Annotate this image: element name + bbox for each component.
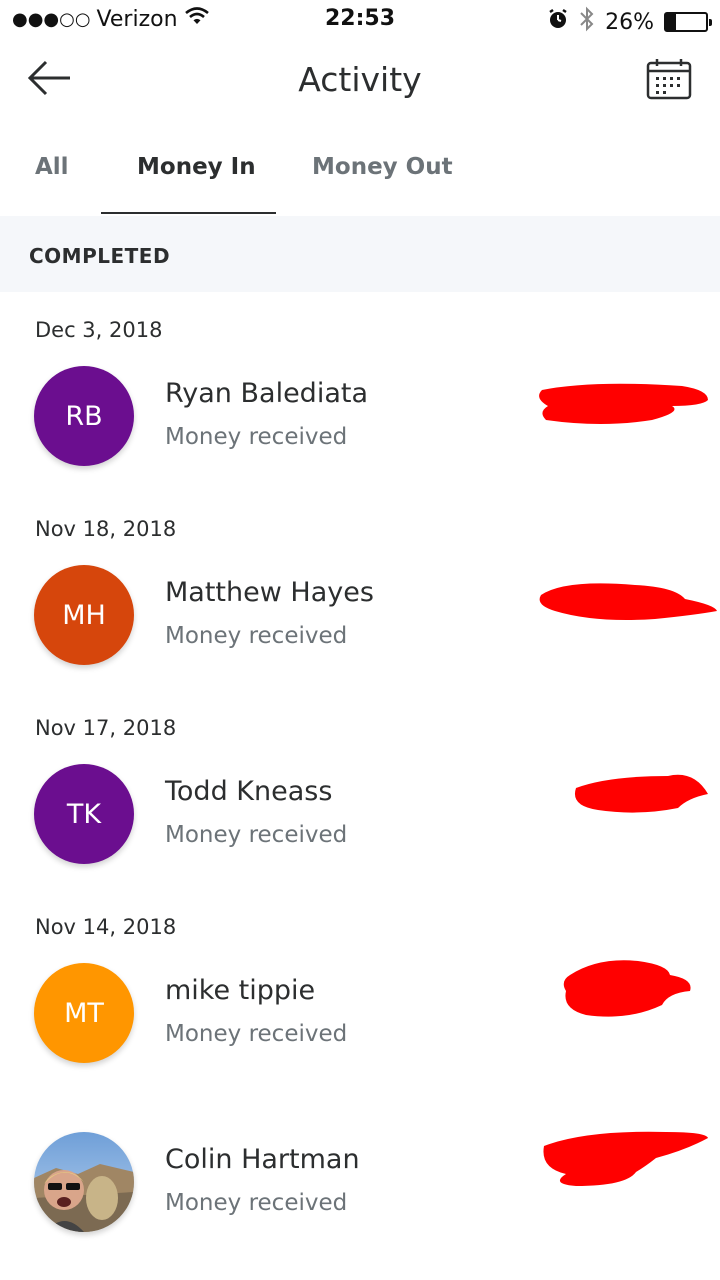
activity-item[interactable]: MH Matthew Hayes Money received [0, 565, 720, 675]
avatar-initials: TK [66, 798, 102, 830]
redaction-mark [543, 1131, 708, 1186]
profile-photo-icon [34, 1132, 134, 1232]
avatar: MH [34, 565, 134, 665]
header: Activity [0, 40, 720, 124]
battery-level [666, 14, 677, 30]
battery-percent: 26% [605, 9, 654, 35]
contact-name: Todd Kneass [165, 776, 333, 807]
transaction-status: Money received [165, 424, 348, 450]
contact-name: Matthew Hayes [165, 577, 374, 608]
section-header: COMPLETED [0, 216, 720, 292]
calendar-icon [646, 59, 692, 100]
activity-item[interactable]: MT mike tippie Money received [0, 960, 720, 1073]
date-label: Nov 18, 2018 [35, 517, 177, 541]
tab-all[interactable]: All [35, 154, 69, 180]
redaction-mark [574, 774, 708, 813]
avatar-initials: MH [62, 599, 106, 631]
activity-item[interactable]: TK Todd Kneass Money received [0, 764, 720, 874]
status-right: 26% [547, 6, 712, 38]
status-bar: ●●●○○ Verizon 22:53 26% [0, 0, 720, 40]
transaction-status: Money received [165, 1190, 348, 1216]
date-label: Dec 3, 2018 [35, 318, 163, 342]
redaction-mark [563, 960, 691, 1017]
avatar: RB [34, 366, 134, 466]
bluetooth-icon [579, 6, 595, 38]
avatar-initials: MT [64, 997, 104, 1029]
page-title: Activity [298, 60, 422, 99]
avatar-photo [34, 1132, 134, 1232]
transaction-status: Money received [165, 623, 348, 649]
date-label: Nov 17, 2018 [35, 716, 177, 740]
date-label: Nov 14, 2018 [35, 915, 177, 939]
tab-money-in[interactable]: Money In [137, 154, 256, 180]
transaction-status: Money received [165, 1021, 348, 1047]
activity-item[interactable]: Colin Hartman Money received [0, 1131, 720, 1242]
alarm-icon [547, 8, 569, 36]
avatar-initials: RB [65, 400, 103, 432]
avatar: MT [34, 963, 134, 1063]
contact-name: Ryan Balediata [165, 378, 369, 409]
section-label: COMPLETED [29, 244, 171, 268]
tab-money-out[interactable]: Money Out [312, 154, 453, 180]
tab-bar: All Money In Money Out [0, 130, 720, 216]
redaction-mark [539, 583, 717, 620]
contact-name: mike tippie [165, 975, 316, 1006]
battery-icon [664, 12, 712, 32]
redaction-mark [539, 383, 708, 424]
active-tab-indicator [101, 212, 276, 214]
avatar: TK [34, 764, 134, 864]
transaction-status: Money received [165, 822, 348, 848]
activity-item[interactable]: RB Ryan Balediata Money received [0, 366, 720, 476]
calendar-button[interactable] [646, 58, 692, 100]
contact-name: Colin Hartman [165, 1144, 360, 1175]
